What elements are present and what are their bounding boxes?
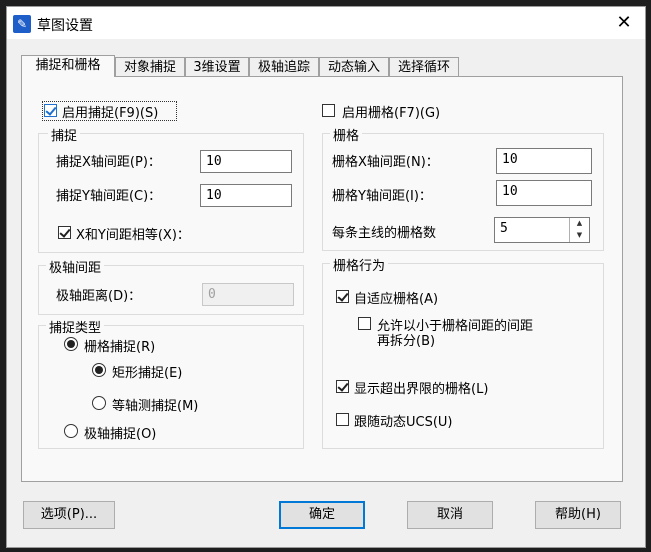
subdivide-label-line2: 再拆分(B) <box>377 334 436 349</box>
window-title: 草图设置 <box>37 18 93 34</box>
grid-x-spacing-input[interactable]: 10 <box>496 148 592 174</box>
snap-y-spacing-label: 捕捉Y轴间距(C)： <box>56 189 162 204</box>
drafting-settings-dialog: ✎ 草图设置 ✕ 捕捉和栅格 对象捕捉 3维设置 极轴追踪 动态输入 选择循环 … <box>6 6 646 548</box>
polar-distance-label: 极轴距离(D)： <box>56 289 142 304</box>
major-line-spinner: ▲ ▼ <box>569 218 589 242</box>
snap-type-group-title: 捕捉类型 <box>46 317 105 336</box>
polar-distance-input[interactable]: 0 <box>202 283 294 306</box>
enable-snap-label: 启用捕捉(F9)(S) <box>62 106 159 121</box>
help-button[interactable]: 帮助(H) <box>535 501 621 529</box>
options-button[interactable]: 选项(P)... <box>23 501 115 529</box>
spin-up-icon[interactable]: ▲ <box>570 218 589 229</box>
tab-snap-and-grid[interactable]: 捕捉和栅格 <box>21 55 115 77</box>
polar-snap-label: 极轴捕捉(O) <box>84 427 157 442</box>
grid-y-spacing-label: 栅格Y轴间距(I)： <box>332 189 432 204</box>
follow-ucs-checkbox[interactable] <box>336 413 349 426</box>
grid-behavior-group-title: 栅格行为 <box>330 255 389 274</box>
enable-snap-checkbox[interactable] <box>44 104 57 117</box>
snap-x-spacing-label: 捕捉X轴间距(P)： <box>56 155 161 170</box>
grid-x-spacing-label: 栅格X轴间距(N)： <box>332 155 439 170</box>
tab-3d-settings[interactable]: 3维设置 <box>185 57 249 76</box>
grid-snap-radio[interactable] <box>64 337 78 351</box>
enable-grid-checkbox[interactable] <box>322 104 335 117</box>
snap-group-title: 捕捉 <box>48 125 81 144</box>
polar-snap-radio[interactable] <box>64 424 78 438</box>
adaptive-grid-checkbox[interactable] <box>336 290 349 303</box>
tab-object-snap[interactable]: 对象捕捉 <box>115 57 185 76</box>
snap-y-spacing-input[interactable]: 10 <box>200 184 292 207</box>
tab-selection-cycling[interactable]: 选择循环 <box>389 57 459 76</box>
enable-grid-label: 启用栅格(F7)(G) <box>342 106 441 121</box>
major-line-label: 每条主线的栅格数 <box>332 226 437 241</box>
rectangular-snap-radio[interactable] <box>92 363 106 377</box>
close-icon[interactable]: ✕ <box>611 11 637 35</box>
snap-grid-panel: 启用捕捉(F9)(S) 捕捉 捕捉X轴间距(P)： 10 捕捉Y轴间距(C)： … <box>21 76 623 482</box>
grid-y-spacing-input[interactable]: 10 <box>496 180 592 206</box>
spin-down-icon[interactable]: ▼ <box>570 230 589 241</box>
subdivide-checkbox[interactable] <box>358 317 371 330</box>
isometric-snap-radio[interactable] <box>92 396 106 410</box>
tab-polar-tracking[interactable]: 极轴追踪 <box>249 57 319 76</box>
xy-equal-checkbox[interactable] <box>58 226 71 239</box>
isometric-snap-label: 等轴测捕捉(M) <box>112 399 199 414</box>
rectangular-snap-label: 矩形捕捉(E) <box>112 366 183 381</box>
grid-group-title: 栅格 <box>330 125 363 144</box>
title-bar[interactable]: ✎ 草图设置 ✕ <box>7 7 645 39</box>
follow-ucs-label: 跟随动态UCS(U) <box>354 415 453 430</box>
tab-dynamic-input[interactable]: 动态输入 <box>319 57 389 76</box>
adaptive-grid-label: 自适应栅格(A) <box>354 292 439 307</box>
cancel-button[interactable]: 取消 <box>407 501 493 529</box>
polar-spacing-group-title: 极轴间距 <box>46 257 105 276</box>
xy-equal-label: X和Y间距相等(X)： <box>76 228 190 243</box>
beyond-limits-label: 显示超出界限的栅格(L) <box>354 382 489 397</box>
beyond-limits-checkbox[interactable] <box>336 380 349 393</box>
grid-snap-label: 栅格捕捉(R) <box>84 340 156 355</box>
ok-button[interactable]: 确定 <box>279 501 365 529</box>
pencil-app-icon: ✎ <box>13 15 31 33</box>
snap-x-spacing-input[interactable]: 10 <box>200 150 292 173</box>
